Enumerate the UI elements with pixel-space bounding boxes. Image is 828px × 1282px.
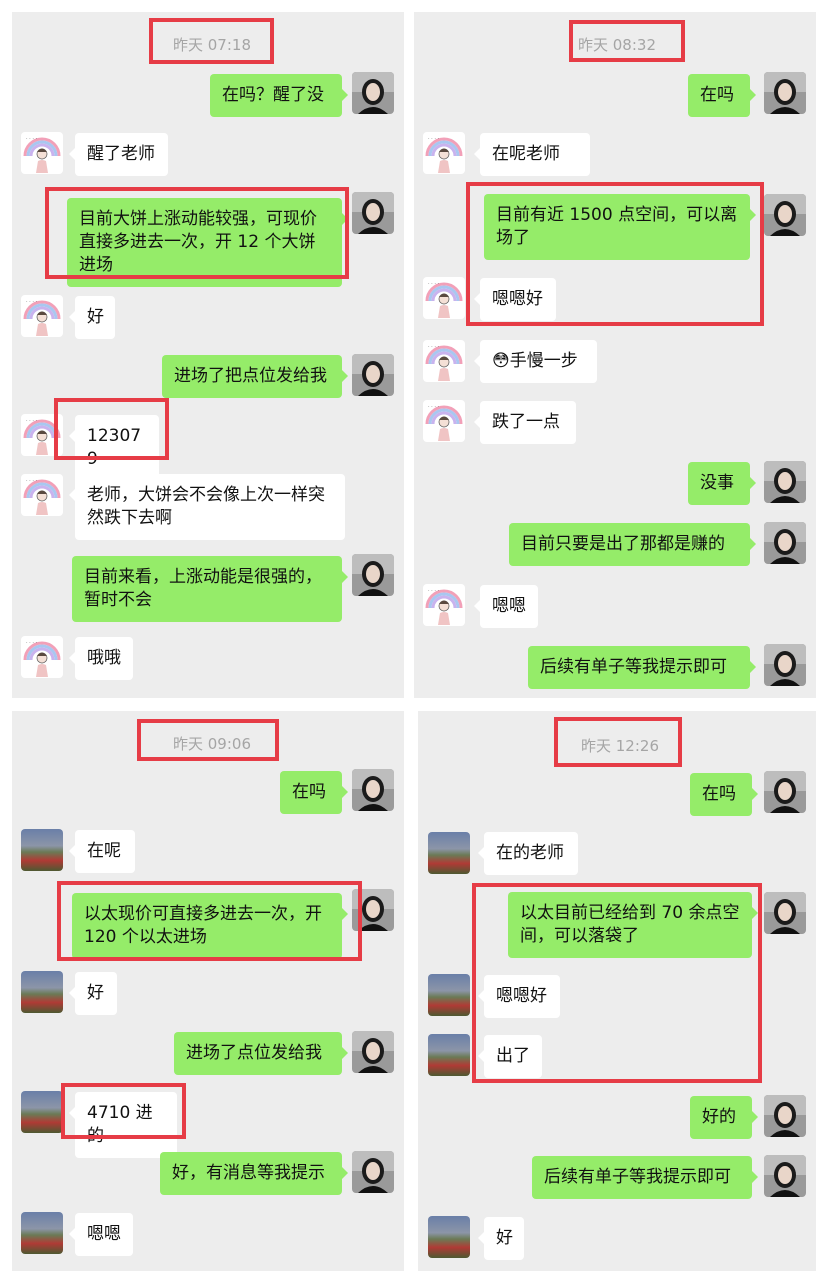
contact-avatar[interactable]	[21, 1091, 63, 1133]
message-bubble[interactable]: 进场了把点位发给我	[162, 355, 348, 398]
message-bubble[interactable]: 进场了点位发给我	[174, 1032, 348, 1075]
message-bubble[interactable]: 嗯嗯好	[474, 278, 556, 321]
message-bubble[interactable]: 在吗	[280, 771, 348, 814]
contact-avatar[interactable]	[423, 340, 465, 382]
message-bubble[interactable]: 嗯嗯	[69, 1213, 133, 1256]
my-avatar[interactable]	[764, 644, 806, 686]
chat-panel-1: 昨天 07:18 在吗？醒了没 醒了老师 目前大饼上涨动能较强，可现价直接多进去…	[12, 12, 404, 698]
timestamp: 昨天 09:06	[173, 735, 251, 753]
message-bubble[interactable]: 目前大饼上涨动能较强，可现价直接多进去一次，开 12 个大饼进场	[67, 198, 348, 287]
message-bubble[interactable]: 好	[478, 1217, 524, 1260]
contact-avatar[interactable]	[21, 474, 63, 516]
message-bubble[interactable]: 😳手慢一步	[474, 340, 597, 383]
message-bubble[interactable]: 好的	[690, 1096, 758, 1139]
contact-avatar[interactable]	[428, 1216, 470, 1258]
contact-avatar[interactable]	[21, 132, 63, 174]
message-bubble[interactable]: 目前有近 1500 点空间，可以离场了	[484, 194, 756, 260]
message-bubble[interactable]: 在呢	[69, 830, 135, 873]
timestamp: 昨天 08:32	[578, 36, 656, 54]
my-avatar[interactable]	[352, 769, 394, 811]
contact-avatar[interactable]	[21, 829, 63, 871]
message-bubble[interactable]: 在吗？醒了没	[210, 74, 348, 117]
my-avatar[interactable]	[764, 1155, 806, 1197]
message-bubble[interactable]: 4710 进的	[69, 1092, 177, 1158]
timestamp: 昨天 12:26	[581, 737, 659, 755]
chat-panel-2: 昨天 08:32 在吗 在呢老师 目前有近 1500 点空间，可以离场了 嗯嗯好…	[414, 12, 816, 698]
message-bubble[interactable]: 以太现价可直接多进去一次，开 120 个以太进场	[72, 893, 348, 959]
message-bubble[interactable]: 在吗	[690, 773, 758, 816]
timestamp: 昨天 07:18	[173, 36, 251, 54]
contact-avatar[interactable]	[21, 1212, 63, 1254]
my-avatar[interactable]	[764, 771, 806, 813]
my-avatar[interactable]	[352, 192, 394, 234]
message-bubble[interactable]: 老师，大饼会不会像上次一样突然跌下去啊	[69, 474, 345, 540]
my-avatar[interactable]	[352, 1151, 394, 1193]
contact-avatar[interactable]	[21, 636, 63, 678]
contact-avatar[interactable]	[21, 295, 63, 337]
chat-panel-4: 昨天 12:26 在吗 在的老师 以太目前已经给到 70 余点空间，可以落袋了 …	[418, 711, 816, 1271]
my-avatar[interactable]	[764, 72, 806, 114]
my-avatar[interactable]	[764, 892, 806, 934]
message-bubble[interactable]: 哦哦	[69, 637, 133, 680]
message-bubble[interactable]: 好	[69, 296, 115, 339]
my-avatar[interactable]	[352, 72, 394, 114]
message-bubble[interactable]: 目前来看，上涨动能是很强的，暂时不会	[72, 556, 348, 622]
my-avatar[interactable]	[352, 1031, 394, 1073]
message-bubble[interactable]: 目前只要是出了那都是赚的	[509, 523, 756, 566]
my-avatar[interactable]	[764, 522, 806, 564]
contact-avatar[interactable]	[428, 974, 470, 1016]
contact-avatar[interactable]	[21, 971, 63, 1013]
message-bubble[interactable]: 嗯嗯好	[478, 975, 560, 1018]
message-bubble[interactable]: 以太目前已经给到 70 余点空间，可以落袋了	[508, 892, 758, 958]
my-avatar[interactable]	[764, 194, 806, 236]
message-bubble[interactable]: 好	[69, 972, 117, 1015]
message-bubble[interactable]: 出了	[478, 1035, 542, 1078]
message-bubble[interactable]: 跌了一点	[474, 401, 576, 444]
chat-panel-3: 昨天 09:06 在吗 在呢 以太现价可直接多进去一次，开 120 个以太进场 …	[12, 711, 404, 1271]
message-bubble[interactable]: 没事	[688, 462, 756, 505]
my-avatar[interactable]	[764, 1095, 806, 1137]
contact-avatar[interactable]	[423, 400, 465, 442]
message-bubble[interactable]: 好，有消息等我提示	[160, 1152, 348, 1195]
contact-avatar[interactable]	[423, 277, 465, 319]
my-avatar[interactable]	[352, 354, 394, 396]
contact-avatar[interactable]	[423, 132, 465, 174]
contact-avatar[interactable]	[428, 832, 470, 874]
message-bubble[interactable]: 123079	[69, 415, 159, 481]
my-avatar[interactable]	[352, 554, 394, 596]
message-bubble[interactable]: 醒了老师	[69, 133, 168, 176]
message-bubble[interactable]: 在吗	[688, 74, 756, 117]
my-avatar[interactable]	[764, 461, 806, 503]
message-bubble[interactable]: 在的老师	[478, 832, 578, 875]
message-bubble[interactable]: 嗯嗯	[474, 585, 538, 628]
message-bubble[interactable]: 后续有单子等我提示即可	[528, 646, 756, 689]
my-avatar[interactable]	[352, 889, 394, 931]
contact-avatar[interactable]	[423, 584, 465, 626]
contact-avatar[interactable]	[21, 414, 63, 456]
contact-avatar[interactable]	[428, 1034, 470, 1076]
message-bubble[interactable]: 在呢老师	[474, 133, 590, 176]
message-bubble[interactable]: 后续有单子等我提示即可	[532, 1156, 758, 1199]
